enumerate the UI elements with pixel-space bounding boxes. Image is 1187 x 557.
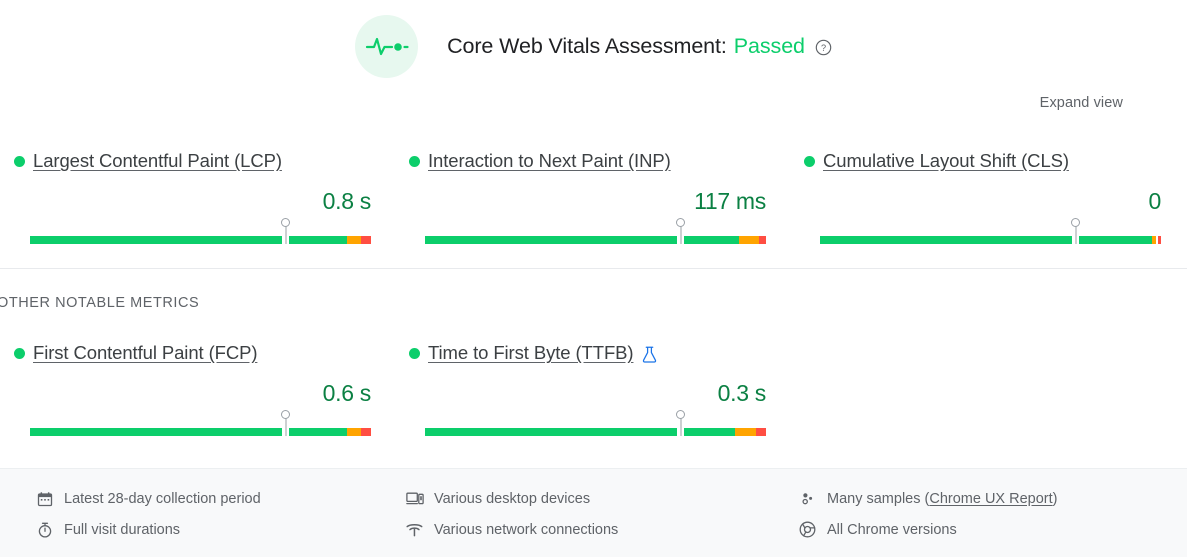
footer-column-collection: Latest 28-day collection period Full vis… [0,483,395,557]
distribution-bar [409,222,778,247]
stopwatch-icon [35,520,54,539]
bar-segment-poor [755,428,766,436]
metric-title-link[interactable]: First Contentful Paint (FCP) [33,342,258,364]
metric-title-link[interactable]: Largest Contentful Paint (LCP) [33,150,282,172]
other-metrics-row: First Contentful Paint (FCP) 0.6 s Time … [0,340,1187,439]
metric-value: 0.8 s [322,188,372,214]
metric-fcp: First Contentful Paint (FCP) 0.6 s [0,340,395,439]
metric-value: 0 [1148,188,1162,214]
metric-header: First Contentful Paint (FCP) [14,340,383,366]
status-dot-good [804,155,815,167]
bar-segment-good [1079,236,1153,244]
percentile-marker [680,222,682,244]
bar-segment-good [684,236,739,244]
metric-placeholder [790,340,1185,439]
section-divider [0,268,1187,269]
percentile-marker [1075,222,1077,244]
metric-header: Time to First Byte (TTFB) [409,340,778,366]
bar-segment-good [820,236,1073,244]
core-web-vitals-panel: Core Web Vitals Assessment: Passed ? Exp… [0,0,1187,557]
footer-item-visit-durations: Full visit durations [35,514,395,545]
distribution-bar [409,414,778,439]
footer-item-text: Full visit durations [64,521,181,538]
bar-segment-good [425,236,678,244]
distribution-bar [804,222,1173,247]
assessment-header: Core Web Vitals Assessment: Passed ? [0,0,1187,92]
status-dot-good [409,347,420,359]
status-dot-good [409,155,420,167]
footer-item-text: Various network connections [434,521,619,538]
footer-item-text: Various desktop devices [434,490,591,507]
distribution-bar [14,222,383,247]
metric-header: Largest Contentful Paint (LCP) [14,148,383,174]
bar-segment-poor [360,236,371,244]
bar-segments [30,428,371,436]
samples-icon [798,489,817,508]
metric-value: 117 ms [694,188,766,214]
assessment-title: Core Web Vitals Assessment: Passed ? [447,34,832,59]
footer-item-text: All Chrome versions [827,521,957,538]
metric-title-link[interactable]: Time to First Byte (TTFB) [428,342,634,364]
percentile-marker [285,414,287,436]
footer-column-devices: Various desktop devices Various network … [395,483,790,557]
percentile-marker [285,222,287,244]
calendar-icon [35,489,54,508]
other-metrics-label: OTHER NOTABLE METRICS [0,295,200,311]
percentile-marker [680,414,682,436]
bar-segments [820,236,1161,244]
flask-icon[interactable] [642,346,657,363]
chrome-ux-report-link[interactable]: Chrome UX Report [929,491,1052,507]
chrome-icon [798,520,817,539]
metric-cls: Cumulative Layout Shift (CLS) 0 [790,148,1185,247]
assessment-status: Passed [733,33,805,58]
footer-item-collection-period: Latest 28-day collection period [35,483,395,514]
bar-segment-good [684,428,736,436]
bar-segment-poor [360,428,371,436]
metric-title-link[interactable]: Cumulative Layout Shift (CLS) [823,150,1069,172]
status-dot-good [14,155,25,167]
bar-segment-ni [347,428,361,436]
core-metrics-row: Largest Contentful Paint (LCP) 0.8 s Int… [0,148,1187,247]
wifi-icon [405,520,424,539]
bar-segment-ni [347,236,361,244]
metric-inp: Interaction to Next Paint (INP) 117 ms [395,148,790,247]
metric-value: 0.6 s [322,380,372,406]
bar-segment-good [30,236,283,244]
footer-item-text-after: ) [1052,490,1058,507]
collection-info-footer: Latest 28-day collection period Full vis… [0,468,1187,557]
metric-title-link[interactable]: Interaction to Next Paint (INP) [428,150,671,172]
help-circle-icon[interactable]: ? [815,39,832,56]
footer-column-samples: Many samples (Chrome UX Report) All Chro… [790,483,1185,557]
status-dot-good [14,347,25,359]
bar-segment-good [289,428,348,436]
bar-segment-poor [1157,236,1161,244]
footer-item-chrome-versions: All Chrome versions [798,514,1185,545]
metric-value: 0.3 s [717,380,767,406]
bar-segment-poor [759,236,766,244]
metric-header: Cumulative Layout Shift (CLS) [804,148,1173,174]
bar-segments [425,236,766,244]
svg-text:?: ? [821,43,826,53]
metric-ttfb: Time to First Byte (TTFB) 0.3 s [395,340,790,439]
assessment-label: Core Web Vitals Assessment: [447,33,727,58]
bar-segment-ni [735,428,756,436]
footer-item-network: Various network connections [405,514,790,545]
bar-segment-good [30,428,283,436]
footer-item-devices: Various desktop devices [405,483,790,514]
bar-segments [425,428,766,436]
bar-segment-ni [738,236,760,244]
footer-item-text: Many samples ( [827,490,930,507]
desktop-device-icon [405,489,424,508]
distribution-bar [14,414,383,439]
footer-item-samples: Many samples (Chrome UX Report) [798,483,1185,514]
bar-segments [30,236,371,244]
expand-view-button[interactable]: Expand view [1040,95,1123,111]
metric-lcp: Largest Contentful Paint (LCP) 0.8 s [0,148,395,247]
bar-segment-good [289,236,348,244]
bar-segment-good [425,428,678,436]
footer-item-text: Latest 28-day collection period [64,490,261,507]
pulse-icon [355,14,419,78]
metric-header: Interaction to Next Paint (INP) [409,148,778,174]
